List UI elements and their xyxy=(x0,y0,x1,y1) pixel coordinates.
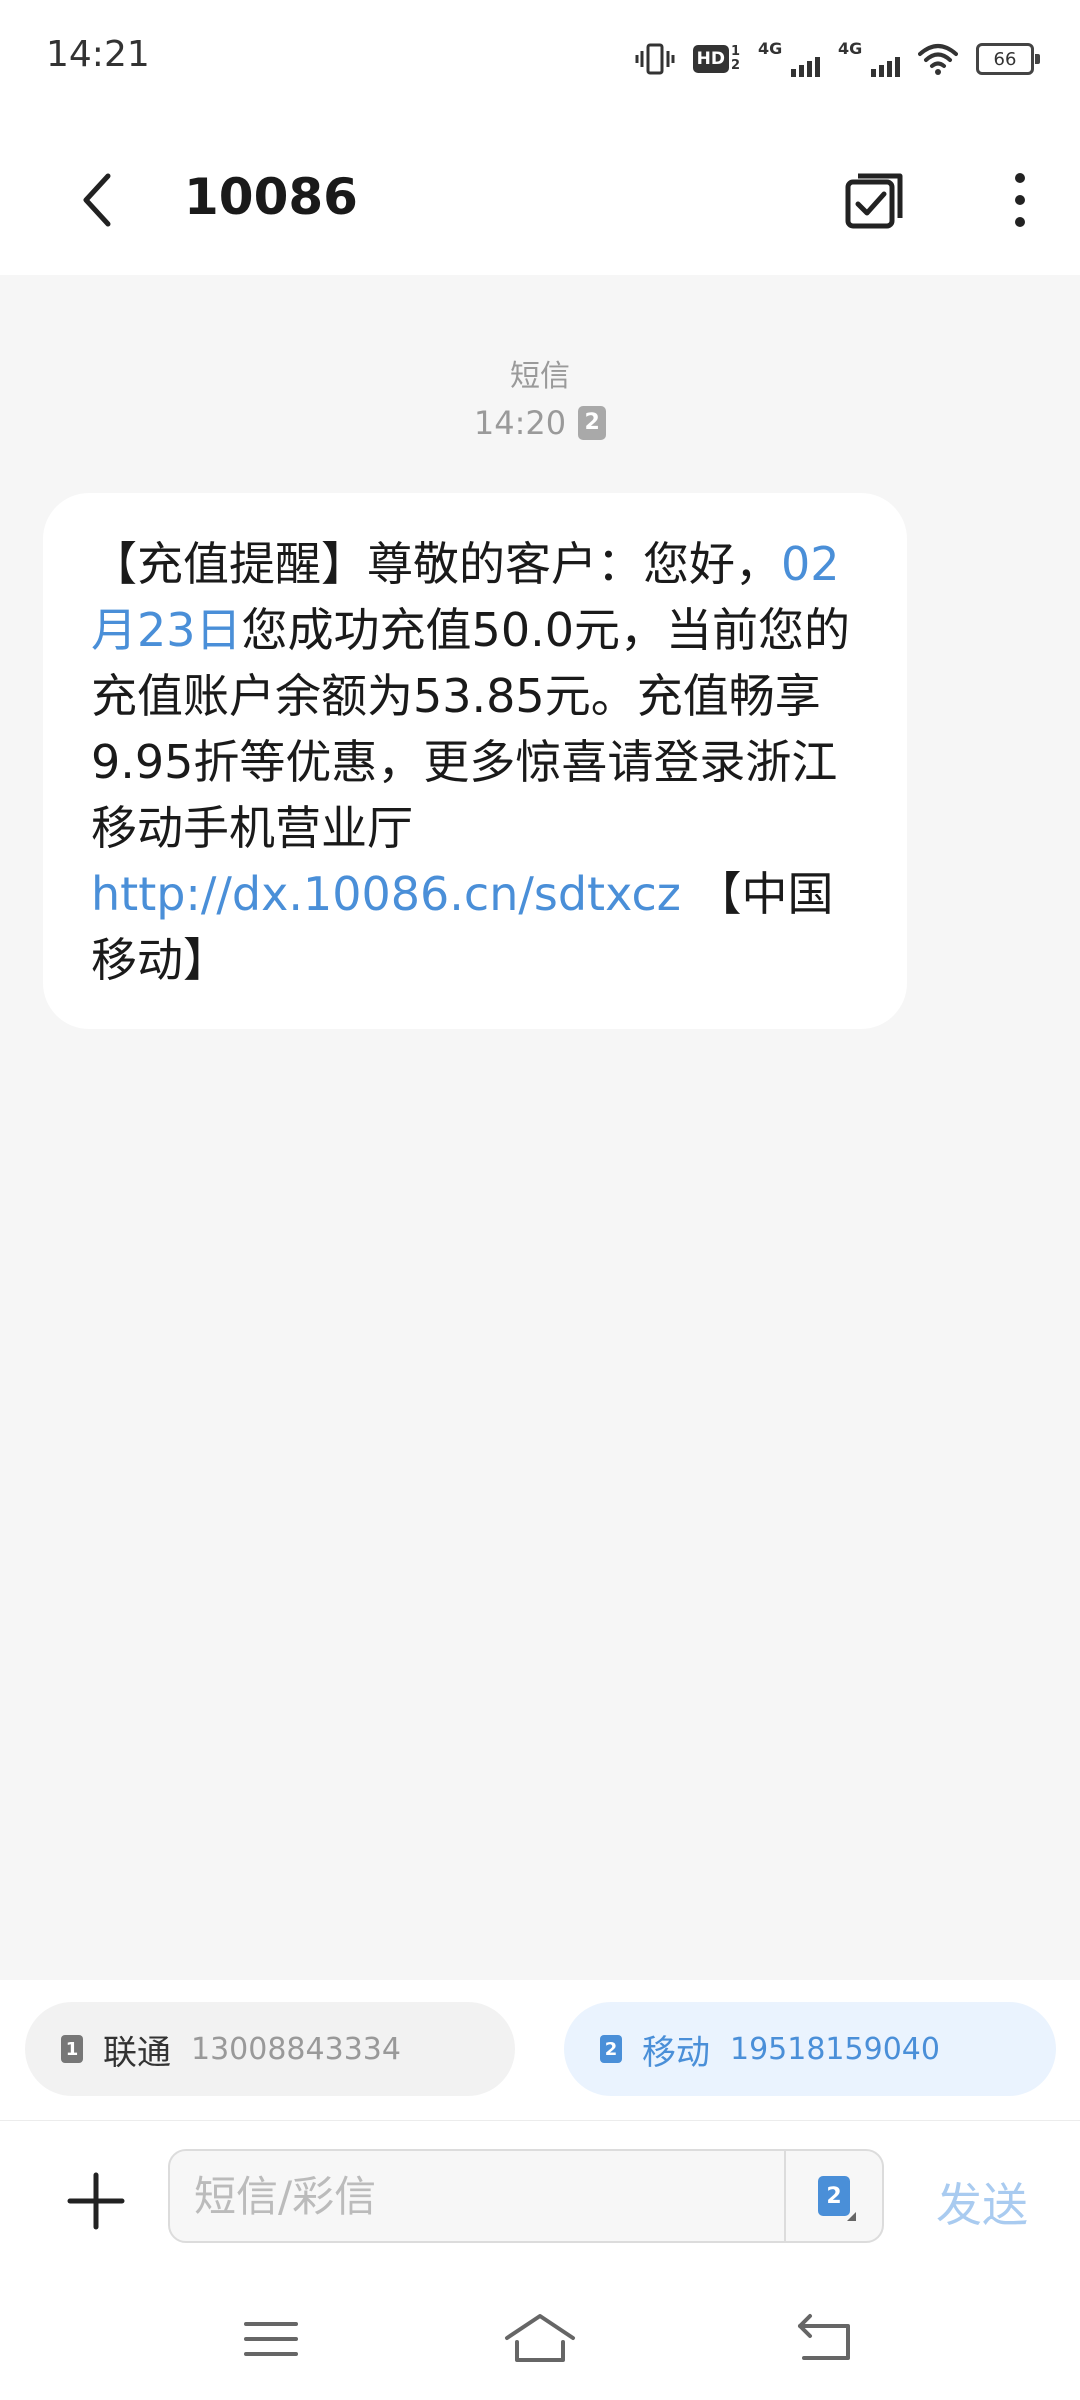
hd-label: HD xyxy=(692,45,729,73)
sim2-slot-badge: 2 xyxy=(600,2035,622,2063)
status-time: 14:21 xyxy=(46,34,150,75)
navigation-bar xyxy=(0,2280,1080,2400)
sim1-slot-badge: 1 xyxy=(61,2035,83,2063)
add-attachment-button[interactable] xyxy=(56,2161,136,2241)
vibrate-icon xyxy=(635,43,675,75)
home-button[interactable] xyxy=(495,2304,585,2374)
recent-apps-button[interactable] xyxy=(226,2304,316,2374)
sim2-option[interactable]: 2 移动 19518159040 xyxy=(564,2002,1056,2096)
message-type-label: 短信 xyxy=(510,359,570,394)
message-url-link[interactable]: http://dx.10086.cn/sdtxcz xyxy=(91,867,681,921)
message-time: 14:20 xyxy=(473,404,567,442)
sim-slot-badge: 2 xyxy=(578,406,607,440)
select-messages-button[interactable] xyxy=(834,160,914,240)
hd-voice-icon: HD 1 2 xyxy=(692,45,740,73)
conversation-area[interactable]: 短信 14:20 2 【充值提醒】尊敬的客户：您好，02月23日您成功充值50.… xyxy=(0,275,1080,1980)
message-text: 【充值提醒】尊敬的客户：您好， xyxy=(91,537,781,591)
send-button[interactable]: 发送 xyxy=(936,2169,1028,2235)
conversation-title: 10086 xyxy=(184,168,358,226)
back-icon xyxy=(798,2314,850,2360)
compose-bar: 2 发送 xyxy=(0,2120,1080,2281)
corner-indicator-icon xyxy=(847,2212,856,2221)
message-input[interactable] xyxy=(170,2151,784,2241)
signal-icon: 4G xyxy=(838,39,900,79)
signal-2-label: 4G xyxy=(838,39,863,58)
compose-field: 2 xyxy=(168,2149,884,2243)
back-button[interactable] xyxy=(60,160,140,240)
app-bar: 10086 xyxy=(0,110,1080,275)
battery-icon: 66 xyxy=(976,43,1040,75)
sim1-number: 13008843334 xyxy=(191,2031,401,2067)
message-bubble[interactable]: 【充值提醒】尊敬的客户：您好，02月23日您成功充值50.0元，当前您的充值账户… xyxy=(43,493,907,1029)
status-bar: 14:21 HD 1 2 4G 4G 66 xyxy=(0,0,1080,110)
home-icon xyxy=(505,2314,575,2362)
sim-card-icon: 2 xyxy=(818,2176,850,2216)
hd-sim-2: 2 xyxy=(730,58,740,73)
menu-icon xyxy=(244,2322,298,2356)
signal-icon: 4G xyxy=(758,39,820,79)
message-meta: 短信 14:20 2 xyxy=(0,357,1080,445)
sim2-number: 19518159040 xyxy=(730,2031,940,2067)
wifi-icon xyxy=(918,44,958,75)
hd-sim-digits: 1 2 xyxy=(731,45,740,73)
sim2-carrier: 移动 xyxy=(642,2032,710,2073)
sim-switch-button[interactable]: 2 xyxy=(784,2151,882,2241)
select-checkbox-icon xyxy=(845,173,903,229)
status-icons: HD 1 2 4G 4G 66 xyxy=(635,36,1040,82)
sim1-option[interactable]: 1 联通 13008843334 xyxy=(25,2002,515,2096)
signal-1-label: 4G xyxy=(758,39,783,58)
hd-sim-1: 1 xyxy=(730,44,740,59)
more-vertical-icon xyxy=(1015,173,1025,227)
more-options-button[interactable] xyxy=(980,160,1060,240)
sim1-carrier: 联通 xyxy=(103,2032,171,2073)
back-nav-button[interactable] xyxy=(780,2304,870,2374)
sim-selector: 1 联通 13008843334 2 移动 19518159040 xyxy=(0,1980,1080,2120)
message-time-row: 14:20 2 xyxy=(0,401,1080,445)
plus-icon xyxy=(67,2172,125,2230)
back-arrow-icon xyxy=(83,173,111,227)
battery-level: 66 xyxy=(993,48,1017,70)
